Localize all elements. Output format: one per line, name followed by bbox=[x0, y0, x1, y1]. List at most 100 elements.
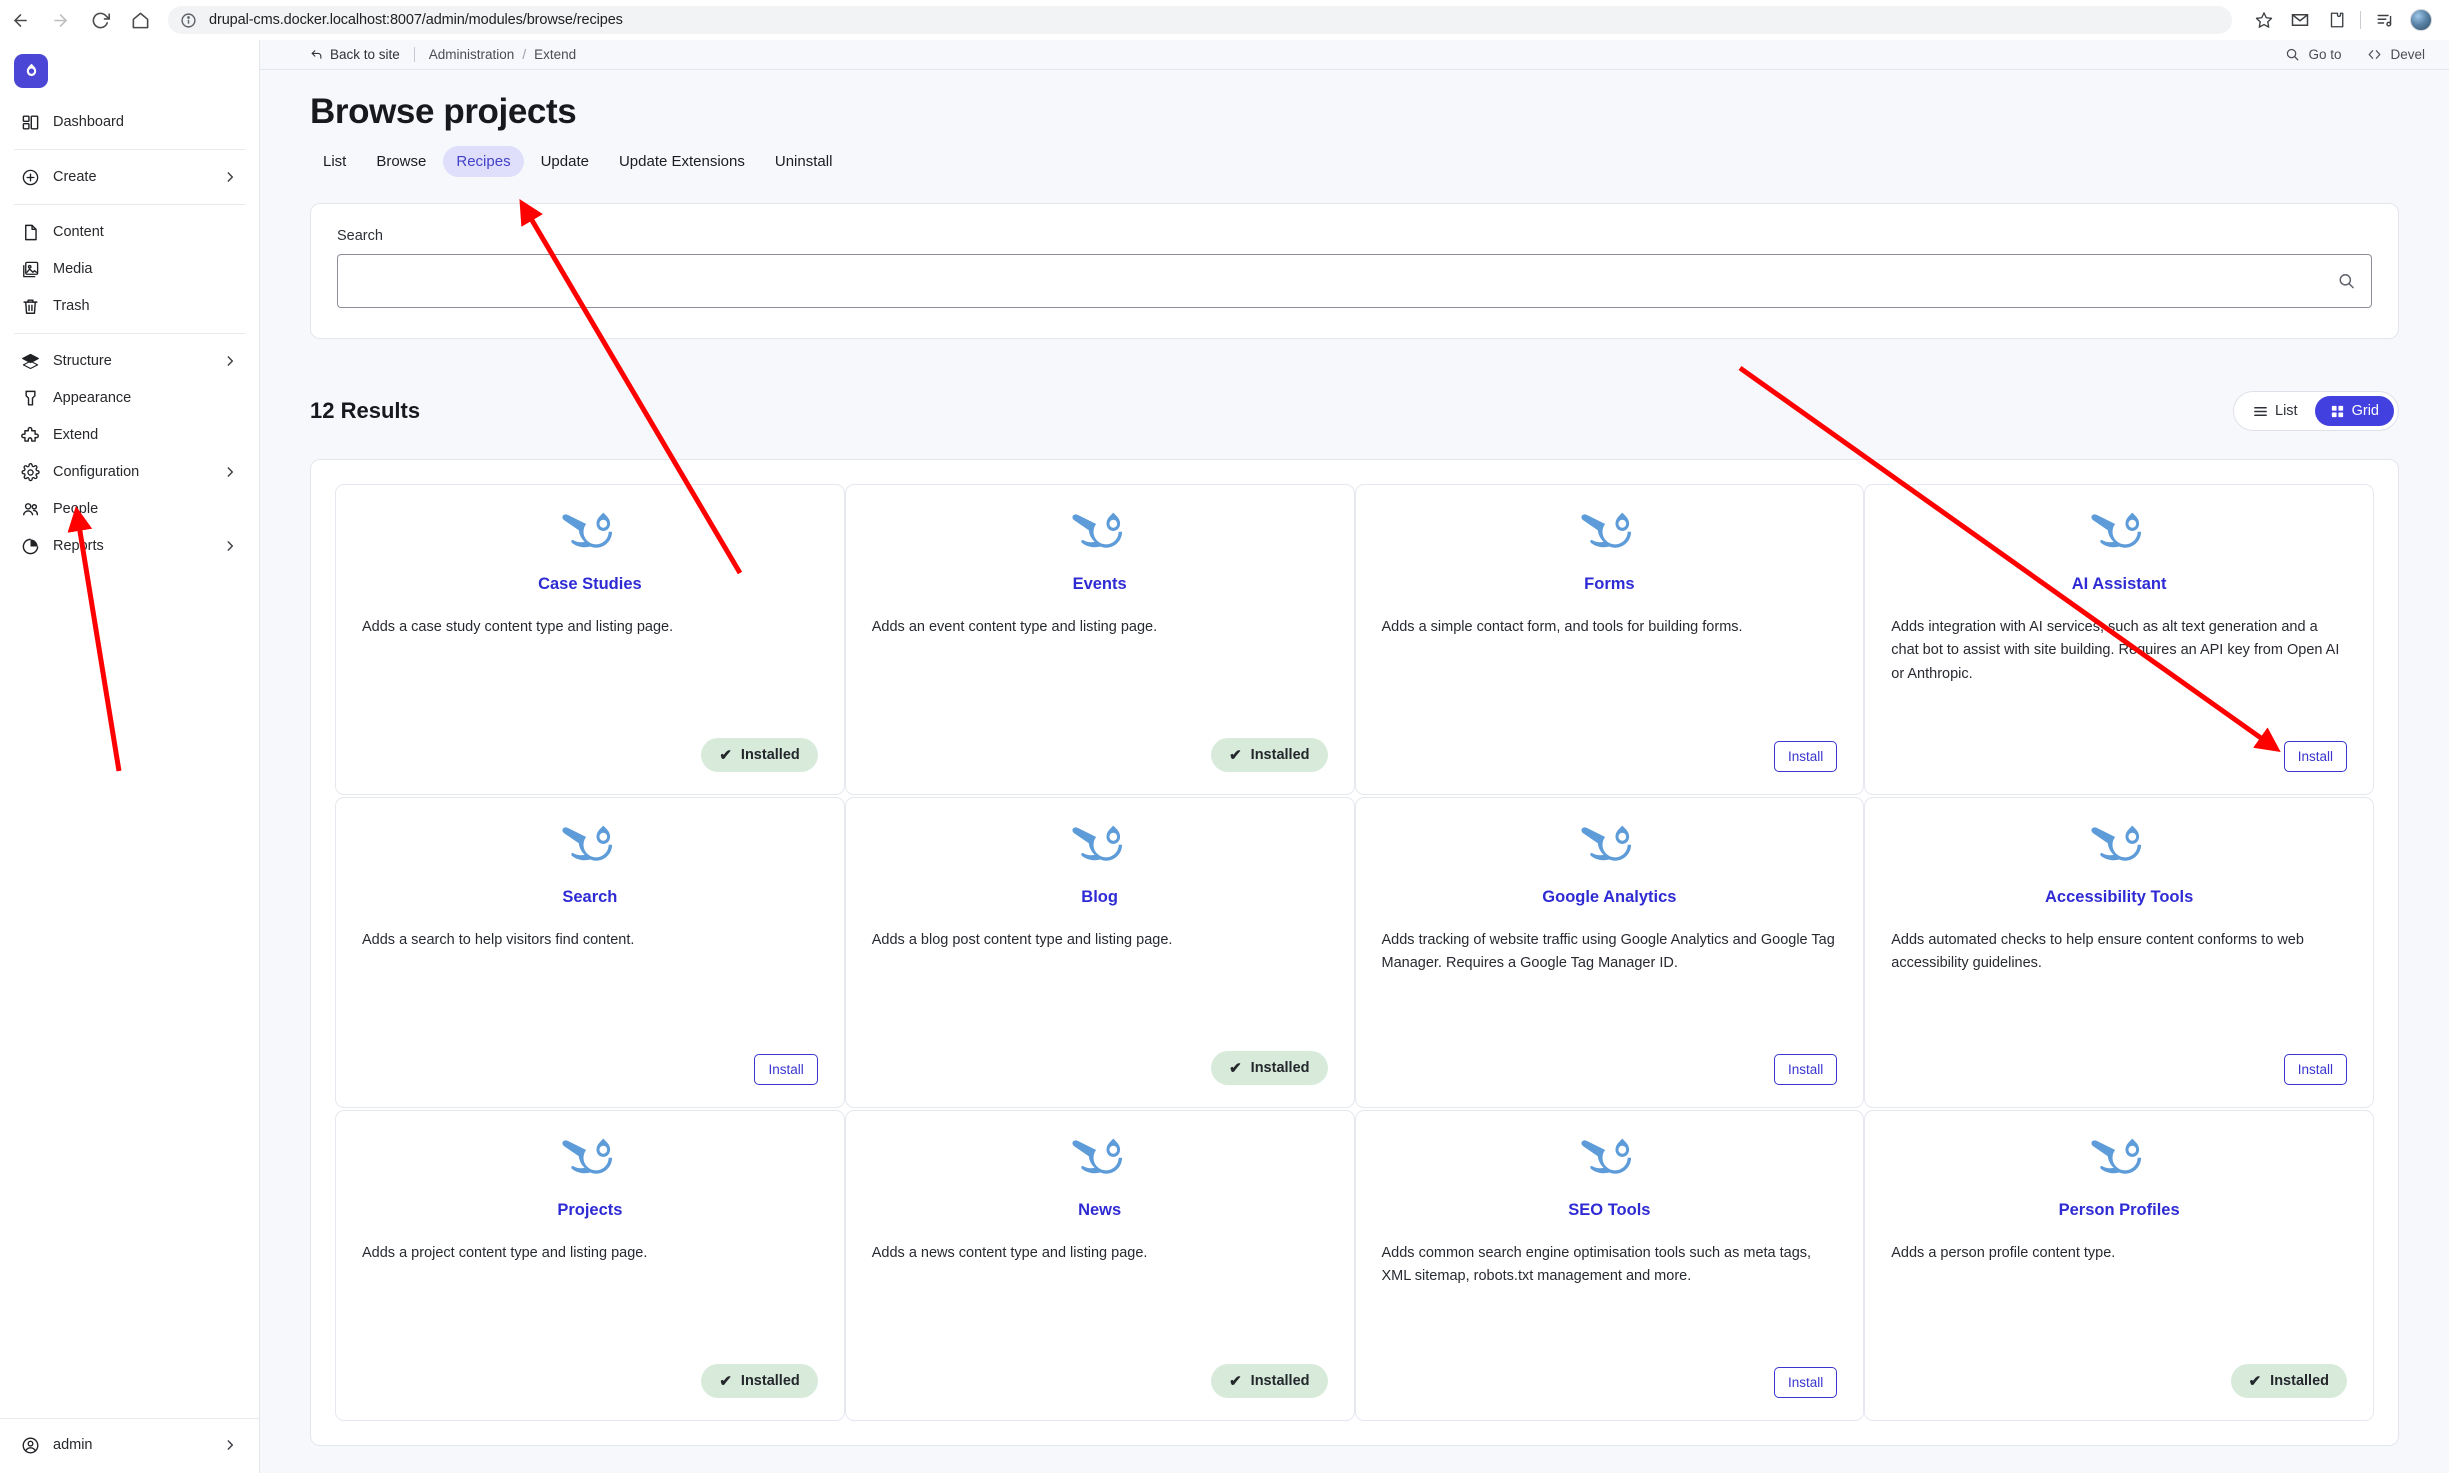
devel-label: Devel bbox=[2390, 47, 2425, 62]
install-button[interactable]: Install bbox=[2283, 741, 2347, 772]
search-input[interactable] bbox=[337, 254, 2372, 308]
sidebar-item-extend[interactable]: Extend bbox=[6, 417, 253, 453]
sidebar-item-label: Configuration bbox=[53, 464, 140, 480]
view-list-label: List bbox=[2275, 403, 2298, 419]
back-to-site-label: Back to site bbox=[330, 47, 400, 62]
project-card-description: Adds automated checks to help ensure con… bbox=[1891, 932, 2304, 972]
project-card-title[interactable]: Blog bbox=[872, 888, 1328, 907]
project-card-description: Adds tracking of website traffic using G… bbox=[1381, 932, 1835, 972]
install-button[interactable]: Install bbox=[1773, 1367, 1838, 1398]
project-card-footer: Install bbox=[1891, 1038, 2347, 1085]
sidebar-item-media[interactable]: Media bbox=[6, 251, 253, 287]
sidebar-item-label: Extend bbox=[53, 427, 99, 443]
drupal-drop-logo[interactable] bbox=[14, 54, 48, 88]
sidebar-item-reports[interactable]: Reports bbox=[6, 528, 253, 564]
address-bar[interactable]: drupal-cms.docker.localhost:8007/admin/m… bbox=[168, 6, 2232, 34]
tab-update-extensions[interactable]: Update Extensions bbox=[606, 146, 758, 177]
media-playlist-icon[interactable] bbox=[2367, 2, 2403, 38]
project-card: Case Studies Adds a case study content ty… bbox=[335, 484, 845, 795]
sidebar-logo-wrap[interactable] bbox=[0, 40, 259, 98]
sidebar-item-content[interactable]: Content bbox=[6, 214, 253, 250]
sidebar-item-dashboard[interactable]: Dashboard bbox=[6, 104, 253, 140]
breadcrumb-administration[interactable]: Administration bbox=[429, 47, 515, 62]
tab-uninstall[interactable]: Uninstall bbox=[762, 146, 846, 177]
home-icon[interactable] bbox=[120, 0, 160, 40]
star-icon[interactable] bbox=[2246, 2, 2282, 38]
chevron-right-icon bbox=[223, 539, 237, 553]
installed-label: Installed bbox=[2270, 1373, 2329, 1389]
sidebar-footer: admin bbox=[0, 1418, 259, 1473]
check-icon: ✔ bbox=[1229, 1373, 1242, 1390]
drupal-recipe-icon bbox=[362, 1137, 818, 1185]
sidebar-item-structure[interactable]: Structure bbox=[6, 343, 253, 379]
back-to-site-link[interactable]: Back to site bbox=[310, 47, 400, 62]
forward-arrow-icon[interactable] bbox=[40, 0, 80, 40]
mail-icon[interactable] bbox=[2282, 2, 2318, 38]
profile-avatar-icon[interactable] bbox=[2403, 2, 2439, 38]
project-card-title[interactable]: Accessibility Tools bbox=[1891, 888, 2347, 907]
document-icon bbox=[20, 222, 41, 243]
people-icon bbox=[20, 499, 41, 520]
toolbar-divider bbox=[2360, 11, 2361, 29]
search-field bbox=[337, 254, 2372, 308]
sidebar-group: Structure Appearance Extend Configuration Pe… bbox=[0, 337, 259, 570]
installed-badge: ✔ Installed bbox=[2230, 1364, 2347, 1398]
project-card-title[interactable]: SEO Tools bbox=[1382, 1201, 1838, 1220]
drupal-recipe-icon bbox=[1891, 824, 2347, 872]
install-button[interactable]: Install bbox=[2283, 1054, 2347, 1085]
sidebar-item-admin[interactable]: admin bbox=[6, 1427, 253, 1463]
install-button[interactable]: Install bbox=[1773, 741, 1838, 772]
primary-tabs: List Browse Recipes Update Update Extensions… bbox=[310, 146, 2399, 177]
sidebar-item-configuration[interactable]: Configuration bbox=[6, 454, 253, 490]
sidebar-item-people[interactable]: People bbox=[6, 491, 253, 527]
project-card-footer: Install bbox=[1891, 725, 2347, 772]
extensions-puzzle-icon[interactable] bbox=[2318, 2, 2354, 38]
project-card-title[interactable]: AI Assistant bbox=[1891, 575, 2347, 594]
reload-icon[interactable] bbox=[80, 0, 120, 40]
chevron-right-icon bbox=[223, 1438, 237, 1452]
installed-label: Installed bbox=[740, 747, 800, 763]
project-card-title[interactable]: News bbox=[872, 1201, 1328, 1220]
sidebar-item-trash[interactable]: Trash bbox=[6, 288, 253, 324]
view-list-button[interactable]: List bbox=[2238, 396, 2313, 426]
breadcrumb-current: Extend bbox=[534, 47, 577, 62]
project-card-footer: ✔ Installed bbox=[362, 1348, 818, 1398]
sidebar-item-appearance[interactable]: Appearance bbox=[6, 380, 253, 416]
sidebar-item-label: Trash bbox=[53, 298, 90, 314]
avatar bbox=[2410, 9, 2432, 31]
project-card: Accessibility Tools Adds automated checks… bbox=[1864, 797, 2374, 1108]
project-card-description: Adds a case study content type and listi… bbox=[362, 619, 674, 635]
devel-button[interactable]: Devel bbox=[2367, 47, 2425, 62]
project-card-footer: ✔ Installed bbox=[872, 1035, 1328, 1085]
project-card-title[interactable]: Projects bbox=[362, 1201, 818, 1220]
site-info-icon[interactable] bbox=[180, 12, 197, 29]
tab-update[interactable]: Update bbox=[528, 146, 602, 177]
tab-list[interactable]: List bbox=[310, 146, 359, 177]
project-card-title[interactable]: Case Studies bbox=[362, 575, 818, 594]
user-circle-icon bbox=[20, 1435, 41, 1456]
go-to-button[interactable]: Go to bbox=[2285, 47, 2341, 62]
sidebar-item-create[interactable]: Create bbox=[6, 159, 253, 195]
drupal-recipe-icon bbox=[872, 824, 1328, 872]
project-card-title[interactable]: Google Analytics bbox=[1382, 888, 1838, 907]
project-card-title[interactable]: Person Profiles bbox=[1891, 1201, 2347, 1220]
chevron-right-icon bbox=[223, 354, 237, 368]
project-card-title[interactable]: Forms bbox=[1382, 575, 1838, 594]
project-card-title[interactable]: Search bbox=[362, 888, 818, 907]
install-button[interactable]: Install bbox=[1773, 1054, 1838, 1085]
tab-browse[interactable]: Browse bbox=[363, 146, 439, 177]
sidebar-item-label: Dashboard bbox=[53, 114, 124, 130]
plus-circle-icon bbox=[20, 167, 41, 188]
back-arrow-icon[interactable] bbox=[0, 0, 40, 40]
installed-badge: ✔ Installed bbox=[701, 738, 818, 772]
install-button[interactable]: Install bbox=[754, 1054, 818, 1085]
sidebar-group: Content Media Trash bbox=[0, 208, 259, 330]
breadcrumb-right-actions: Go to Devel bbox=[2285, 47, 2425, 62]
sidebar-nav: Dashboard Create Content Media Trash Structur… bbox=[0, 98, 259, 570]
project-card-title[interactable]: Events bbox=[872, 575, 1328, 594]
view-grid-button[interactable]: Grid bbox=[2314, 396, 2394, 426]
project-card-footer: Install bbox=[1382, 1351, 1838, 1398]
tab-recipes[interactable]: Recipes bbox=[443, 146, 524, 177]
project-card: Person Profiles Adds a person profile con… bbox=[1864, 1110, 2374, 1421]
check-icon: ✔ bbox=[2248, 1373, 2262, 1390]
